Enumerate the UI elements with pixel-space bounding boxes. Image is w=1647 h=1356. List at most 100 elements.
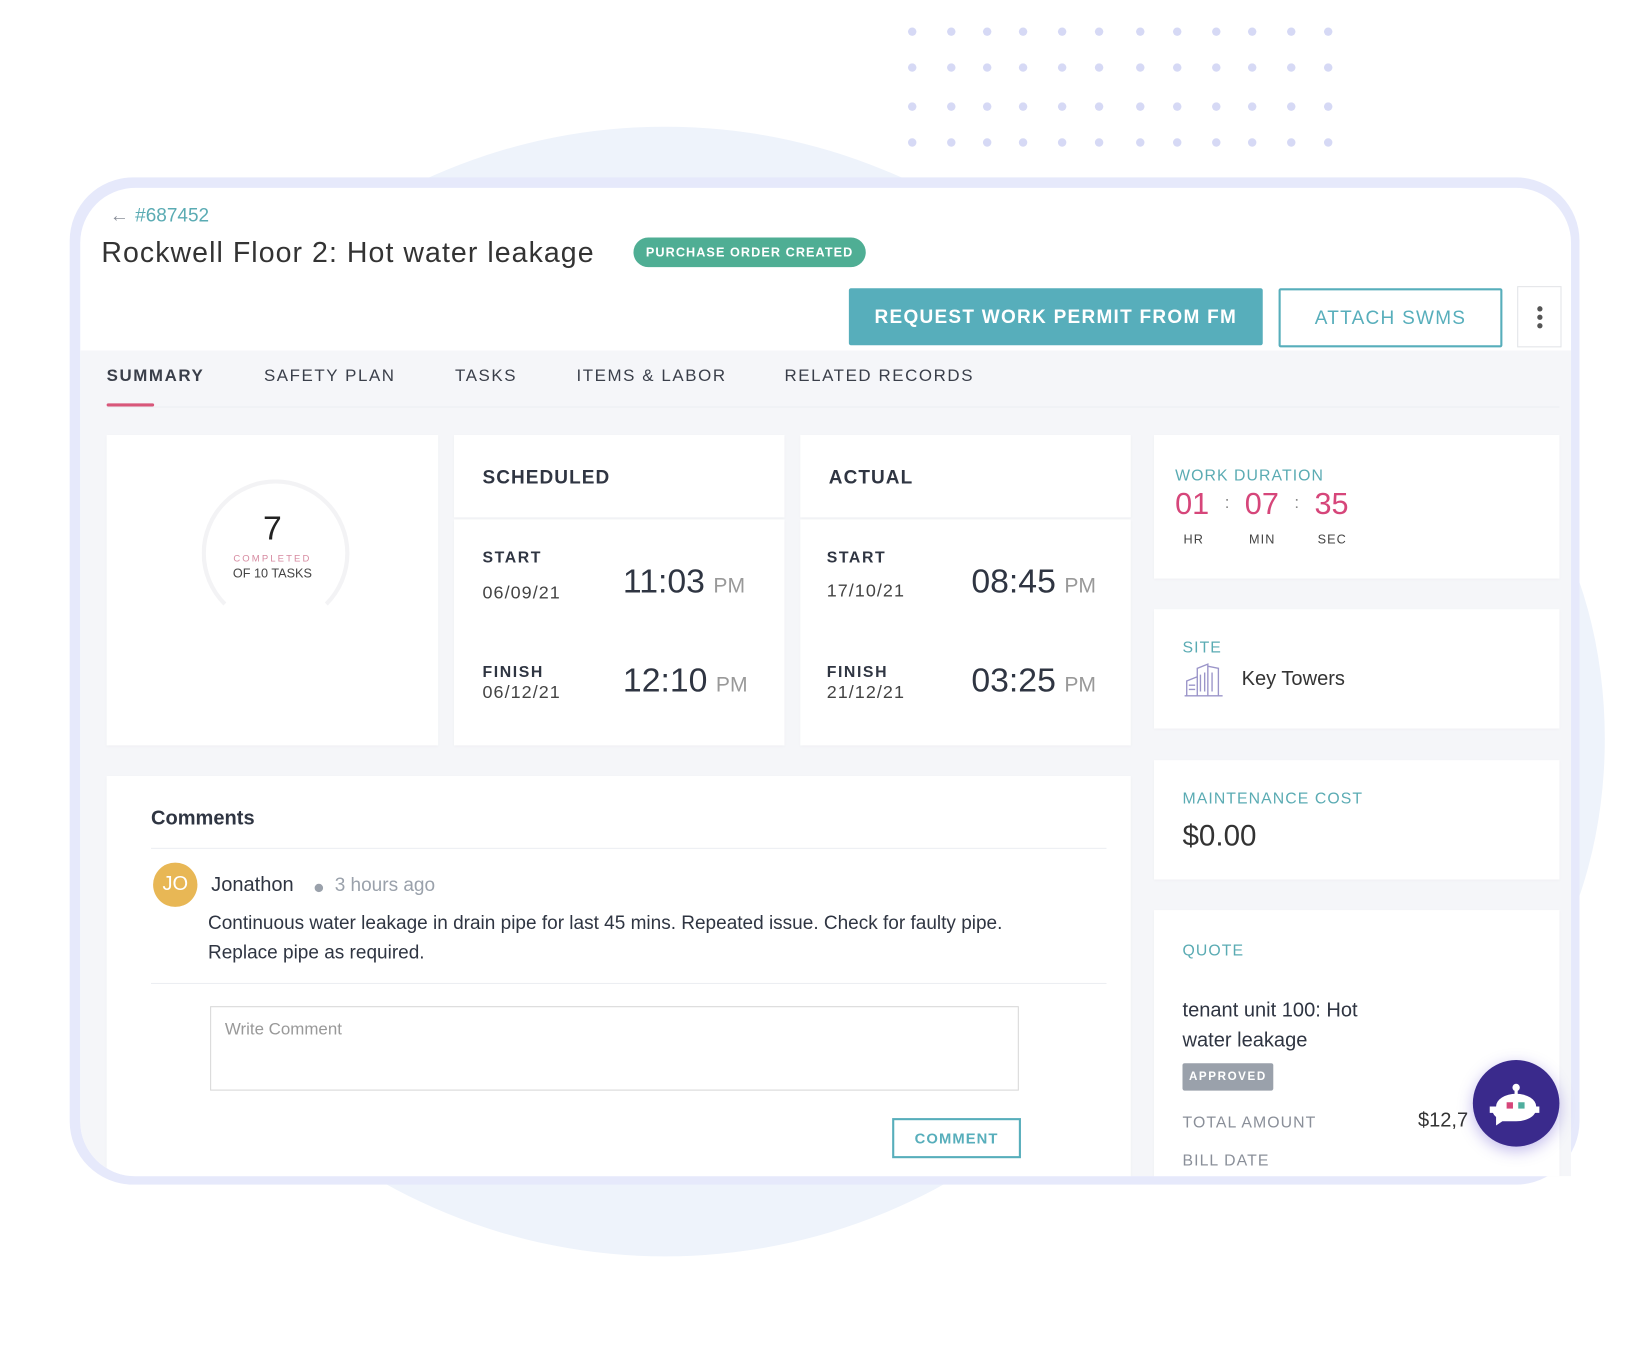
- bill-date-label: BILL DATE: [1182, 1151, 1270, 1170]
- request-work-permit-button[interactable]: REQUEST WORK PERMIT FROM FM: [848, 288, 1263, 346]
- comments-card: Comments JO Jonathon 3 hours ago Continu…: [106, 776, 1131, 1177]
- approved-badge: APPROVED: [1182, 1063, 1274, 1091]
- decorative-dot: [1247, 138, 1257, 147]
- decorative-dot: [1247, 63, 1257, 72]
- start-label: START: [826, 549, 887, 567]
- arrow-left-icon: ←: [109, 204, 129, 226]
- decorative-dot: [982, 63, 992, 72]
- decorative-dot: [1287, 102, 1296, 111]
- sec-label: SEC: [1317, 532, 1347, 547]
- site-heading: SITE: [1182, 638, 1222, 657]
- tab-safety-plan[interactable]: SAFETY PLAN: [264, 367, 396, 386]
- maintenance-cost-value: $0.00: [1182, 819, 1257, 853]
- scheduled-header: SCHEDULED: [453, 434, 785, 518]
- decorative-dot: [907, 102, 917, 111]
- decorative-dot: [982, 138, 992, 147]
- actual-heading: ACTUAL: [828, 466, 914, 488]
- tab-summary[interactable]: SUMMARY: [107, 367, 205, 386]
- finish-date: 21/12/21: [826, 682, 906, 703]
- decorative-dot: [1287, 63, 1296, 72]
- write-comment-input[interactable]: Write Comment: [210, 1006, 1019, 1091]
- decorative-dot: [1018, 27, 1028, 36]
- decorative-dot: [1094, 102, 1104, 111]
- decorative-dot: [1094, 63, 1104, 72]
- decorative-dot: [1212, 138, 1221, 147]
- decorative-dot: [982, 27, 992, 36]
- decorative-dot: [1136, 138, 1145, 147]
- decorative-dot: [1172, 63, 1182, 72]
- attach-swms-button[interactable]: ATTACH SWMS: [1278, 288, 1503, 348]
- work-duration-card: WORK DURATION 01 : 07 : 35 HR MIN SEC: [1153, 434, 1560, 579]
- page-title: Rockwell Floor 2: Hot water leakage: [101, 236, 595, 269]
- divider: [150, 847, 1107, 849]
- decorative-dot: [1018, 138, 1028, 147]
- decorative-dot: [1172, 138, 1182, 147]
- actual-header: ACTUAL: [800, 434, 1131, 518]
- comment-text: Continuous water leakage in drain pipe f…: [207, 912, 1003, 963]
- tab-divider: [106, 406, 1560, 408]
- tab-related-records[interactable]: RELATED RECORDS: [784, 367, 974, 386]
- decorative-dot: [1247, 27, 1257, 36]
- work-duration-heading: WORK DURATION: [1175, 466, 1325, 485]
- decorative-dot: [1212, 102, 1221, 111]
- scheduled-heading: SCHEDULED: [482, 466, 611, 488]
- completed-count: 7: [262, 508, 282, 547]
- total-amount-value: $12,7: [1417, 1109, 1469, 1132]
- tab-items-labor[interactable]: ITEMS & LABOR: [576, 367, 726, 386]
- decorative-dot: [1057, 63, 1067, 72]
- work-order-window: ← #687452 Rockwell Floor 2: Hot water lea…: [80, 187, 1572, 1177]
- maintenance-cost-card: MAINTENANCE COST $0.00: [1153, 760, 1560, 880]
- decorative-dot: [1057, 138, 1067, 147]
- decorative-dot: [1136, 102, 1145, 111]
- finish-time: 12:10 PM: [622, 660, 748, 699]
- status-badge: PURCHASE ORDER CREATED: [633, 237, 866, 268]
- active-tab-indicator: [106, 403, 155, 407]
- comment-time: 3 hours ago: [334, 874, 436, 896]
- decorative-dot: [1018, 63, 1028, 72]
- maintenance-cost-heading: MAINTENANCE COST: [1182, 789, 1364, 808]
- work-order-number: #687452: [135, 204, 210, 226]
- finish-label: FINISH: [826, 663, 889, 681]
- dot-separator: [314, 883, 324, 893]
- total-amount-label: TOTAL AMOUNT: [1182, 1113, 1317, 1132]
- decorative-dot: [1172, 102, 1182, 111]
- decorative-dot: [1287, 138, 1296, 147]
- actual-card: START 17/10/21 08:45 PM FINISH 21/12/21 0…: [800, 519, 1131, 746]
- total-tasks-label: OF 10 TASKS: [232, 565, 312, 581]
- decorative-dot: [947, 138, 956, 147]
- min-label: MIN: [1249, 532, 1276, 547]
- decorative-dot: [907, 138, 917, 147]
- decorative-dot: [1172, 27, 1182, 36]
- decorative-dot: [1094, 27, 1104, 36]
- quote-title[interactable]: tenant unit 100: Hot water leakage: [1182, 997, 1404, 1056]
- scheduled-card: START 06/09/21 11:03 PM FINISH 06/12/21 1…: [453, 519, 785, 746]
- start-time: 11:03 PM: [622, 561, 746, 600]
- decorative-dot: [907, 27, 917, 36]
- decorative-dot: [1057, 102, 1067, 111]
- decorative-dot: [1323, 138, 1333, 147]
- chatbot-button[interactable]: [1472, 1060, 1560, 1147]
- decorative-dot: [947, 63, 956, 72]
- divider: [150, 982, 1107, 985]
- start-date: 17/10/21: [826, 580, 906, 601]
- decorative-dot: [1136, 27, 1145, 36]
- back-link[interactable]: ← #687452: [110, 205, 209, 227]
- decorative-dot: [1057, 27, 1067, 36]
- comment-submit-button[interactable]: COMMENT: [892, 1118, 1021, 1159]
- decorative-dot: [1136, 63, 1145, 72]
- decorative-dot: [1212, 27, 1221, 36]
- finish-label: FINISH: [482, 663, 544, 681]
- quote-heading: QUOTE: [1182, 941, 1245, 960]
- decorative-dot: [1323, 102, 1333, 111]
- minutes-value: 07: [1244, 487, 1279, 522]
- decorative-dot: [1094, 138, 1104, 147]
- start-time: 08:45 PM: [971, 561, 1097, 600]
- finish-time: 03:25 PM: [971, 660, 1097, 699]
- tab-tasks[interactable]: TASKS: [455, 367, 517, 386]
- decorative-dot: [1287, 27, 1296, 36]
- decorative-dot: [1018, 102, 1028, 111]
- completed-label: COMPLETED: [233, 553, 312, 564]
- kebab-icon: [1536, 305, 1542, 311]
- more-options-button[interactable]: [1517, 286, 1562, 348]
- decorative-dot: [947, 27, 956, 36]
